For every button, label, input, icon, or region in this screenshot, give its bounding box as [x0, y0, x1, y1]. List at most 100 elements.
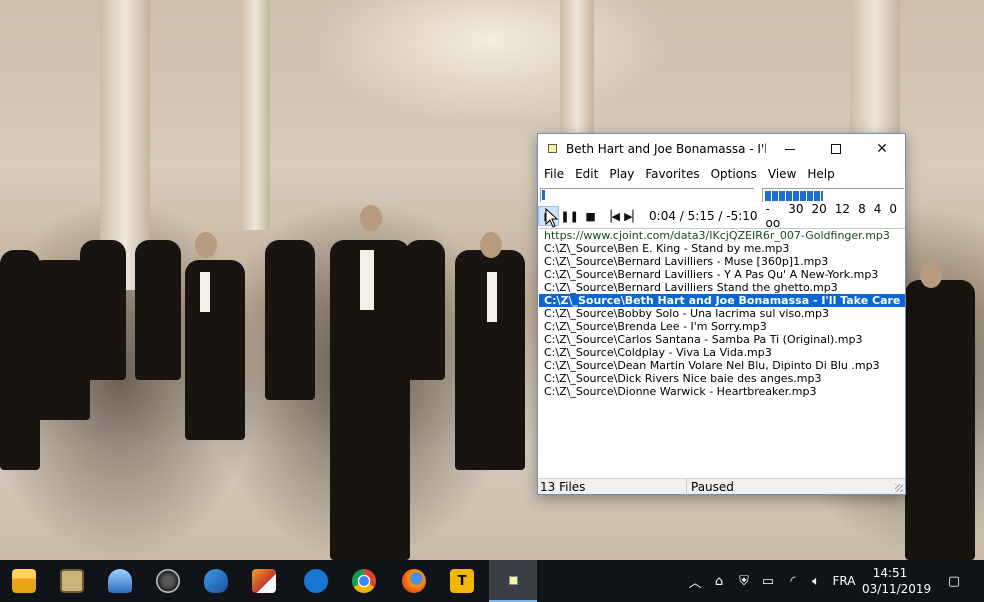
- speed-selector: -oo 30 20 12 8 4 0: [766, 202, 905, 230]
- malwarebytes-icon: [204, 569, 228, 593]
- previous-icon: ▕◀: [603, 209, 621, 223]
- playlist-item[interactable]: https://www.cjoint.com/data3/IKcjQZEIR6r…: [539, 229, 905, 242]
- wallpaper-figure: [265, 240, 315, 400]
- taskbar: T ︿ ⌂ ⛨ ▭ ◜ 🔈︎ FRA 14:51 03/11/2019 ▢: [0, 560, 984, 602]
- tray-overflow[interactable]: ︿: [684, 560, 706, 602]
- clock[interactable]: 14:51 03/11/2019: [862, 565, 932, 597]
- playlist-item[interactable]: C:\Z\_Source\Ben E. King - Stand by me.m…: [539, 242, 905, 255]
- playlist-item[interactable]: C:\Z\_Source\Bobby Solo - Una lacrima su…: [539, 307, 905, 320]
- control-panel-icon: [60, 569, 84, 593]
- webcam-app-icon: [156, 569, 180, 593]
- playlist-item[interactable]: C:\Z\_Source\Carlos Santana - Samba Pa T…: [539, 333, 905, 346]
- player-window[interactable]: Beth Hart and Joe Bonamassa - I'll T... …: [537, 133, 906, 495]
- window-title: Beth Hart and Joe Bonamassa - I'll T...: [566, 142, 766, 156]
- speed-option[interactable]: 12: [835, 202, 850, 230]
- speed-option[interactable]: 8: [858, 202, 866, 230]
- menu-file[interactable]: File: [544, 167, 571, 181]
- speed-option[interactable]: 30: [788, 202, 803, 230]
- playback-status: Paused: [691, 480, 734, 494]
- menu-help[interactable]: Help: [807, 167, 841, 181]
- tray-volume[interactable]: 🔈︎: [805, 560, 827, 602]
- taskbar-chrome[interactable]: [340, 560, 388, 602]
- playlist-item[interactable]: C:\Z\_Source\Brenda Lee - I'm Sorry.mp3: [539, 320, 905, 333]
- close-button[interactable]: ✕: [859, 134, 905, 164]
- taskbar-media-app[interactable]: [96, 560, 144, 602]
- minimize-button[interactable]: [767, 134, 813, 164]
- taskbar-ccleaner[interactable]: [240, 560, 288, 602]
- tray-usb[interactable]: ⌂: [708, 560, 730, 602]
- taskbar-total-commander[interactable]: T: [438, 560, 486, 602]
- chrome-icon: [352, 569, 376, 593]
- next-button[interactable]: ▶▏: [622, 206, 643, 226]
- playlist[interactable]: https://www.cjoint.com/data3/IKcjQZEIR6r…: [539, 228, 905, 478]
- usb-icon: ⌂: [714, 573, 724, 589]
- firefox-icon: [402, 569, 426, 593]
- pause-button[interactable]: ❚❚: [559, 206, 580, 226]
- taskbar-media-player[interactable]: [489, 560, 537, 602]
- clock-date: 03/11/2019: [862, 582, 932, 596]
- wallpaper-figure: [135, 240, 181, 380]
- maximize-icon: [831, 144, 841, 154]
- playlist-item[interactable]: C:\Z\_Source\Coldplay - Viva La Vida.mp3: [539, 346, 905, 359]
- menu-play[interactable]: Play: [609, 167, 641, 181]
- wallpaper-figure: [185, 260, 245, 440]
- menu-edit[interactable]: Edit: [575, 167, 605, 181]
- taskbar-webcam-app[interactable]: [144, 560, 192, 602]
- title-bar[interactable]: Beth Hart and Joe Bonamassa - I'll T... …: [538, 134, 905, 164]
- taskbar-control-panel[interactable]: [48, 560, 96, 602]
- volume-slider[interactable]: [762, 188, 904, 202]
- taskbar-edge[interactable]: [292, 560, 340, 602]
- playlist-item[interactable]: C:\Z\_Source\Dean Martin Volare Nel Blu,…: [539, 359, 905, 372]
- wallpaper-head: [195, 232, 217, 258]
- taskbar-malwarebytes[interactable]: [192, 560, 240, 602]
- playlist-item[interactable]: C:\Z\_Source\Bernard Lavilliers Stand th…: [539, 281, 905, 294]
- language-indicator[interactable]: FRA: [829, 560, 859, 602]
- menu-options[interactable]: Options: [711, 167, 764, 181]
- playlist-item-selected[interactable]: C:\Z\_Source\Beth Hart and Joe Bonamassa…: [539, 294, 905, 307]
- speed-option[interactable]: 0: [889, 202, 897, 230]
- previous-button[interactable]: ▕◀: [601, 206, 622, 226]
- total-commander-icon: T: [450, 569, 474, 593]
- seek-slider[interactable]: [540, 188, 754, 202]
- wallpaper-head: [920, 262, 942, 288]
- playlist-item[interactable]: C:\Z\_Source\Dick Rivers Nice baie des a…: [539, 372, 905, 385]
- media-app-icon: [108, 569, 132, 593]
- wallpaper-figure: [905, 280, 975, 560]
- tray-security[interactable]: ⛨: [732, 560, 756, 602]
- time-display: 0:04 / 5:15 / -5:10: [649, 209, 758, 223]
- transport-controls: ▶ ❚❚ ■ ▕◀ ▶▏ 0:04 / 5:15 / -5:10 -oo 30 …: [538, 202, 905, 230]
- menu-view[interactable]: View: [768, 167, 803, 181]
- minimize-icon: [785, 148, 795, 150]
- wallpaper-pillar: [240, 0, 270, 230]
- file-count: 13 Files: [540, 480, 586, 494]
- status-divider: [686, 479, 687, 495]
- taskbar-file-explorer[interactable]: [0, 560, 48, 602]
- app-icon[interactable]: [548, 144, 557, 153]
- resize-grip[interactable]: [895, 484, 903, 492]
- playlist-item[interactable]: C:\Z\_Source\Bernard Lavilliers - Y A Pa…: [539, 268, 905, 281]
- tray-battery[interactable]: ▭: [757, 560, 779, 602]
- next-icon: ▶▏: [624, 209, 641, 223]
- speaker-icon: 🔈︎: [812, 573, 820, 589]
- playlist-item[interactable]: C:\Z\_Source\Dionne Warwick - Heartbreak…: [539, 385, 905, 398]
- speed-option[interactable]: 4: [874, 202, 882, 230]
- wallpaper-head: [480, 232, 502, 258]
- action-center[interactable]: ▢: [940, 560, 968, 602]
- speed-option[interactable]: 20: [812, 202, 827, 230]
- shield-icon: ⛨: [739, 573, 749, 589]
- pause-icon: ❚❚: [560, 209, 579, 223]
- seek-slider-fill: [542, 190, 545, 200]
- battery-icon: ▭: [761, 573, 775, 589]
- menu-favorites[interactable]: Favorites: [645, 167, 706, 181]
- taskbar-firefox[interactable]: [390, 560, 438, 602]
- wallpaper-shirt: [487, 272, 497, 322]
- stop-button[interactable]: ■: [580, 206, 601, 226]
- notification-icon: ▢: [947, 573, 961, 589]
- volume-slider-fill: [765, 191, 823, 201]
- wallpaper-shirt: [200, 272, 210, 312]
- playlist-item[interactable]: C:\Z\_Source\Bernard Lavilliers - Muse […: [539, 255, 905, 268]
- wallpaper-figure: [80, 240, 126, 380]
- speed-option[interactable]: -oo: [766, 202, 781, 230]
- tray-network[interactable]: ◜: [781, 560, 805, 602]
- maximize-button[interactable]: [813, 134, 859, 164]
